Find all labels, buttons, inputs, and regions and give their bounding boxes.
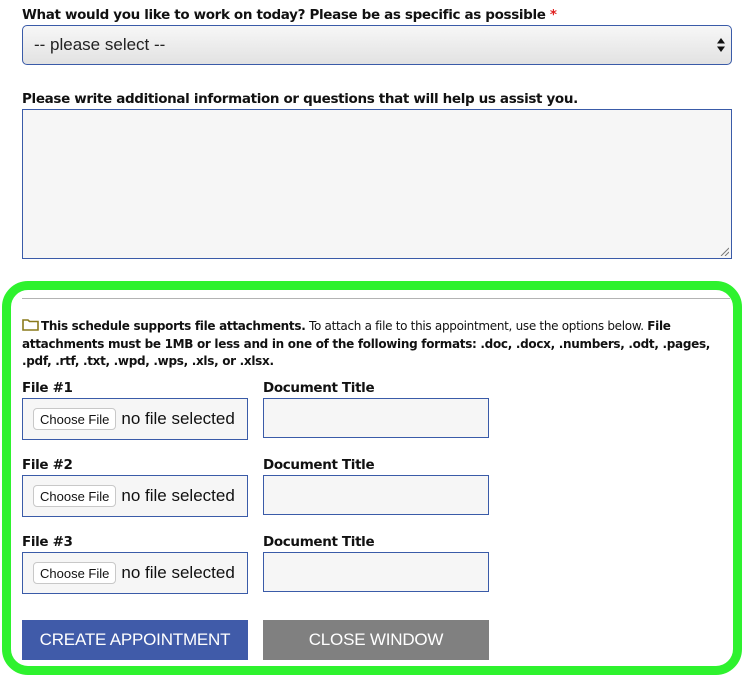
file-2-status: no file selected (121, 486, 235, 505)
choose-file-2-button[interactable]: Choose File (33, 485, 117, 507)
resize-grip-icon[interactable] (720, 247, 729, 256)
work-select-label-text: What would you like to work on today? Pl… (22, 7, 546, 23)
document-title-1-label: Document Title (263, 380, 375, 396)
choose-file-1-button[interactable]: Choose File (33, 408, 117, 430)
work-select-label: What would you like to work on today? Pl… (22, 7, 557, 23)
document-title-3-input[interactable] (263, 552, 489, 592)
notice-bold-1: This schedule supports file attachments. (41, 319, 306, 333)
file-3-input[interactable]: Choose File no file selected (22, 552, 248, 594)
additional-info-label: Please write additional information or q… (22, 91, 578, 107)
document-title-2-label: Document Title (263, 457, 375, 473)
required-mark: * (549, 7, 557, 23)
document-title-1-input[interactable] (263, 398, 489, 438)
attachments-notice: This schedule supports file attachments.… (22, 318, 734, 371)
work-select-value: -- please select -- (34, 35, 166, 54)
document-title-2-input[interactable] (263, 475, 489, 515)
file-2-label: File #2 (22, 457, 73, 473)
work-select[interactable]: -- please select -- (22, 25, 732, 65)
file-1-status: no file selected (121, 409, 235, 428)
additional-info-textarea[interactable] (22, 109, 732, 259)
create-appointment-button[interactable]: CREATE APPOINTMENT (22, 620, 248, 660)
file-1-input[interactable]: Choose File no file selected (22, 398, 248, 440)
file-3-status: no file selected (121, 563, 235, 582)
notice-text: To attach a file to this appointment, us… (305, 319, 648, 333)
choose-file-3-button[interactable]: Choose File (33, 562, 117, 584)
file-3-label: File #3 (22, 534, 73, 550)
document-title-3-label: Document Title (263, 534, 375, 550)
file-2-input[interactable]: Choose File no file selected (22, 475, 248, 517)
up-down-arrows-icon (717, 38, 725, 52)
file-1-label: File #1 (22, 380, 73, 396)
section-divider (22, 298, 730, 299)
folder-icon (22, 319, 39, 331)
close-window-button[interactable]: CLOSE WINDOW (263, 620, 489, 660)
